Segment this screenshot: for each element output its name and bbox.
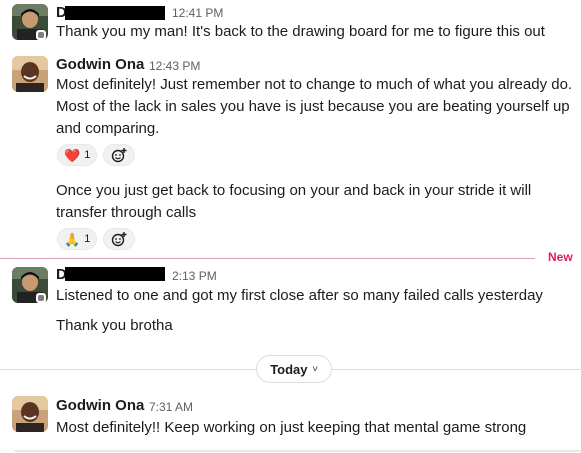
message-text: transfer through calls	[56, 204, 197, 221]
avatar[interactable]	[12, 396, 48, 432]
new-messages-label: New	[548, 250, 573, 264]
message-text: Most definitely! Just remember not to ch…	[56, 76, 573, 93]
day-label: Today	[270, 361, 308, 377]
reaction-pill[interactable]: 🙏 1	[57, 228, 98, 250]
composer-edge	[14, 450, 581, 452]
timestamp[interactable]: 7:31 AM	[149, 398, 193, 416]
message-text: and comparing.	[56, 120, 160, 137]
chevron-down-icon: ˅	[312, 364, 318, 374]
reaction-pill[interactable]: ❤️ 1	[57, 144, 98, 166]
message-text: Thank you my man! It's back to the drawi…	[56, 23, 545, 40]
presence-status-icon	[36, 293, 46, 303]
timestamp[interactable]: 2:13 PM	[172, 267, 217, 285]
timestamp[interactable]: 12:43 PM	[149, 57, 200, 75]
add-reaction-icon	[111, 232, 127, 247]
heart-emoji: ❤️	[64, 147, 81, 163]
new-messages-divider	[0, 258, 535, 259]
pray-emoji: 🙏	[64, 231, 81, 247]
day-divider-button[interactable]: Today ˅	[256, 355, 332, 383]
redaction-bar	[65, 267, 165, 281]
redaction-bar	[65, 6, 165, 20]
add-reaction-icon	[111, 148, 127, 163]
message-text: Listened to one and got my first close a…	[56, 287, 543, 304]
sender-name[interactable]: Godwin Ona	[56, 397, 144, 415]
avatar[interactable]	[12, 56, 48, 92]
message-text: Thank you brotha	[56, 317, 173, 334]
message-text: Most of the lack in sales you have is ju…	[56, 98, 570, 115]
reaction-count: 1	[84, 149, 91, 161]
add-reaction-button[interactable]	[103, 228, 135, 250]
message-text: Once you just get back to focusing on yo…	[56, 182, 532, 199]
reaction-count: 1	[84, 233, 91, 245]
sender-name[interactable]: Godwin Ona	[56, 56, 144, 74]
add-reaction-button[interactable]	[103, 144, 135, 166]
message-text: Most definitely!! Keep working on just k…	[56, 419, 527, 436]
timestamp[interactable]: 12:41 PM	[172, 4, 223, 22]
presence-status-icon	[36, 30, 46, 40]
